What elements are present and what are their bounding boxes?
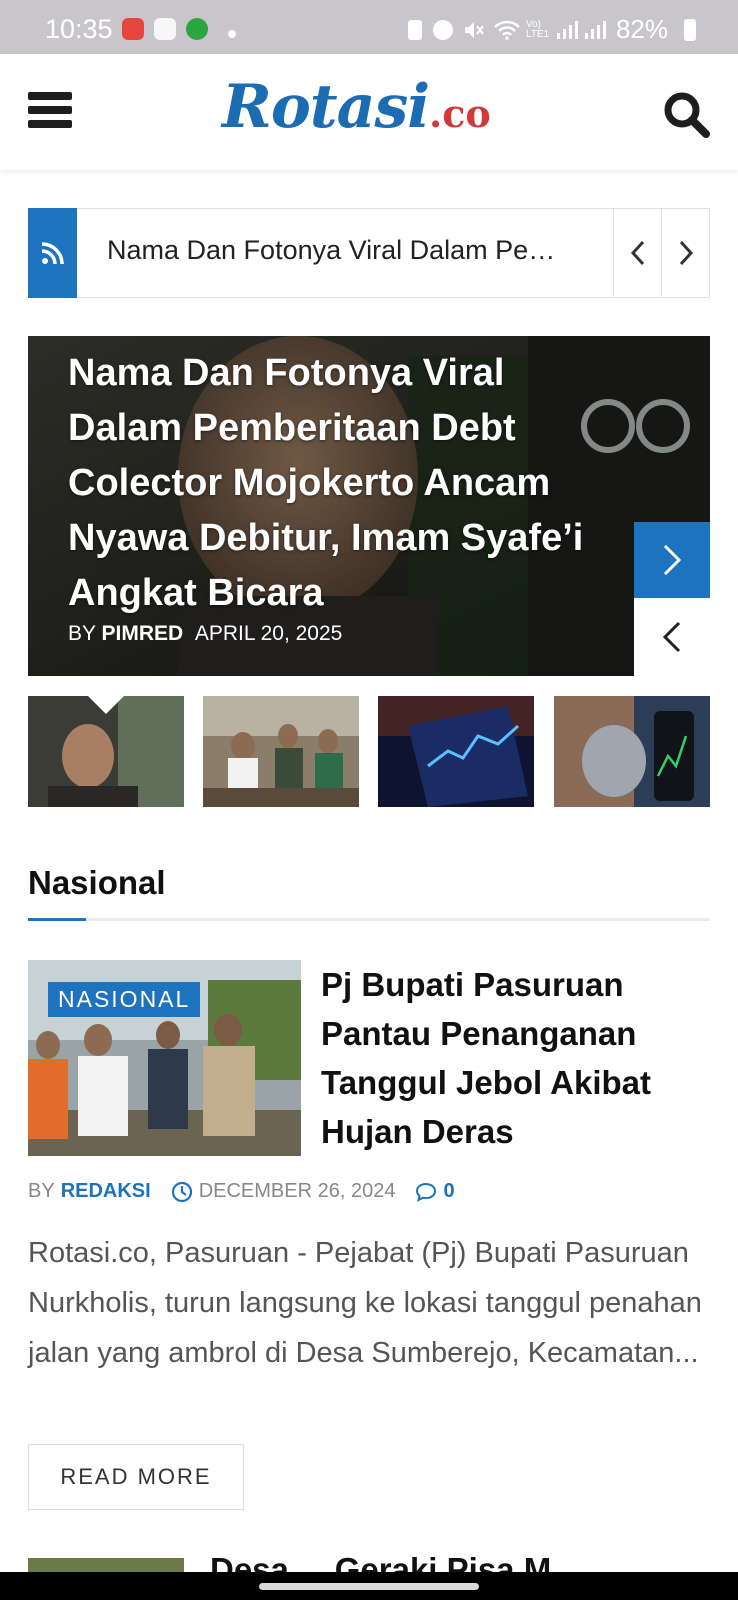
section-divider-accent <box>28 918 86 921</box>
featured-headline[interactable]: Nama Dan Fotonya Viral Dalam Pemberitaan… <box>68 346 628 621</box>
article-thumbnail[interactable]: NASIONAL <box>28 960 301 1156</box>
featured-slider[interactable]: Nama Dan Fotonya Viral Dalam Pemberitaan… <box>28 336 710 676</box>
site-header: Rotasi.co <box>0 54 738 170</box>
next-article-title-text: Desa ... Geraki Pisa M... <box>210 1557 710 1572</box>
search-icon[interactable] <box>662 90 712 140</box>
section-title[interactable]: Nasional <box>28 864 166 902</box>
ticker-headline[interactable]: Nama Dan Fotonya Viral Dalam Pemberitaan… <box>107 235 577 266</box>
chevron-left-icon <box>662 621 681 653</box>
wifi-icon <box>494 20 520 40</box>
signal-1-icon <box>556 20 578 40</box>
notification-gallery-icon <box>154 18 176 40</box>
featured-by-label: BY <box>68 622 96 645</box>
battery-percent: 82% <box>615 14 668 44</box>
chevron-right-icon <box>663 544 682 576</box>
notification-leaf-icon <box>186 18 208 40</box>
thumbnail-4[interactable] <box>554 696 710 807</box>
notification-app-icon <box>122 18 144 40</box>
ticker-prev-button[interactable] <box>613 209 661 297</box>
thumbnail-3[interactable] <box>378 696 534 807</box>
category-badge[interactable]: NASIONAL <box>48 982 201 1017</box>
article-excerpt: Rotasi.co, Pasuruan - Pejabat (Pj) Bupat… <box>28 1237 702 1369</box>
volte-icon: Vo) LTE1 <box>526 19 550 40</box>
thumbnail-1[interactable] <box>28 696 184 807</box>
status-bar: 10:35 Vo) LTE1 82% <box>0 0 738 54</box>
logo-tld-text: .co <box>429 91 491 136</box>
article-meta: BY REDAKSI DECEMBER 26, 2024 0 <box>28 1180 455 1203</box>
thumbnail-2[interactable] <box>203 696 359 807</box>
article-author[interactable]: REDAKSI <box>61 1180 151 1203</box>
featured-author[interactable]: PIMRED <box>101 622 183 645</box>
site-logo[interactable]: Rotasi.co <box>222 72 491 152</box>
logo-main-text: Rotasi <box>222 72 430 142</box>
notification-dot-icon <box>228 30 236 38</box>
section-divider <box>28 918 710 921</box>
battery-icon <box>684 19 696 41</box>
article-by-label: BY <box>28 1180 55 1202</box>
slider-prev-button[interactable] <box>634 598 710 676</box>
next-article-thumbnail[interactable] <box>28 1558 184 1572</box>
alarm-icon <box>433 20 453 40</box>
signal-2-icon <box>584 20 606 40</box>
slider-thumbnails <box>28 696 710 807</box>
system-navigation-bar <box>0 1572 738 1600</box>
active-thumbnail-indicator <box>88 696 124 714</box>
page: 10:35 Vo) LTE1 82% Rotasi.co Nama Dan Fo… <box>0 0 738 1600</box>
home-gesture-handle[interactable] <box>259 1583 479 1590</box>
comment-icon <box>416 1182 437 1202</box>
rss-icon <box>28 208 77 298</box>
battery-saver-icon <box>408 20 422 40</box>
read-more-button[interactable]: READ MORE <box>28 1444 244 1510</box>
next-article-title[interactable]: Desa ... Geraki Pisa M... <box>210 1557 710 1572</box>
slider-next-button[interactable] <box>634 522 710 598</box>
mute-icon <box>463 20 484 40</box>
status-time: 10:35 <box>45 14 113 44</box>
hamburger-icon[interactable] <box>28 92 72 128</box>
ticker-next-button[interactable] <box>661 209 709 297</box>
clock-icon <box>171 1181 192 1202</box>
featured-date: APRIL 20, 2025 <box>194 622 343 645</box>
chevron-right-icon <box>679 240 693 266</box>
news-ticker: Nama Dan Fotonya Viral Dalam Pemberitaan… <box>28 208 710 298</box>
comment-count[interactable]: 0 <box>443 1180 454 1203</box>
article-title[interactable]: Pj Bupati Pasuruan Pantau Penanganan Tan… <box>321 960 711 1156</box>
article-date: DECEMBER 26, 2024 <box>198 1180 396 1202</box>
featured-meta: BY PIMRED APRIL 20, 2025 <box>68 622 342 646</box>
chevron-left-icon <box>630 240 644 266</box>
